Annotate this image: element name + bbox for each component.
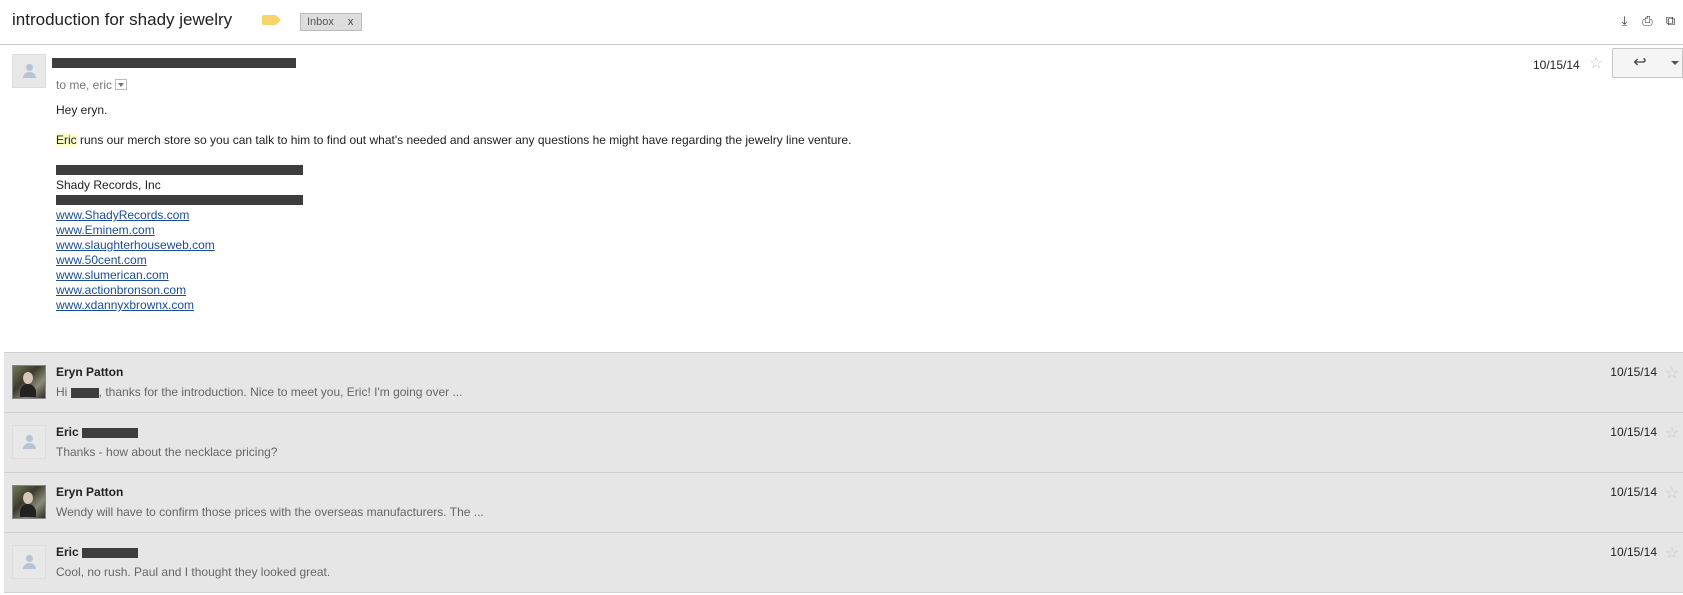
sender-name-text: Eric bbox=[56, 545, 79, 559]
sender-name-text: Eric bbox=[56, 425, 79, 439]
message-snippet: Thanks - how about the necklace pricing? bbox=[56, 445, 278, 459]
star-icon[interactable]: ☆ bbox=[1665, 363, 1679, 383]
recipients-text: to me, eric bbox=[56, 78, 113, 92]
label-tag-icon[interactable] bbox=[262, 15, 281, 25]
sender-name: Eric bbox=[56, 545, 139, 559]
more-actions-button[interactable] bbox=[1668, 48, 1683, 78]
snippet-rest: , thanks for the introduction. Nice to m… bbox=[98, 385, 463, 399]
redacted-sender bbox=[52, 58, 296, 68]
highlighted-name: Eric bbox=[56, 133, 77, 147]
sender-avatar bbox=[12, 365, 46, 399]
collapsed-message[interactable]: Eryn Patton Wendy will have to confirm t… bbox=[4, 472, 1683, 532]
sender-name: Eric bbox=[56, 425, 139, 439]
star-icon[interactable]: ☆ bbox=[1589, 56, 1603, 72]
signature-link[interactable]: www.xdannyxbrownx.com bbox=[56, 298, 194, 312]
message-date: 10/15/14 bbox=[1610, 365, 1657, 379]
message-body-text: runs our merch store so you can talk to … bbox=[76, 133, 852, 147]
message-date: 10/15/14 bbox=[1610, 485, 1657, 499]
thread-subject: introduction for shady jewelry bbox=[12, 10, 233, 29]
sender-name: Eryn Patton bbox=[56, 365, 124, 379]
collapsed-message[interactable]: Eric Cool, no rush. Paul and I thought t… bbox=[4, 532, 1683, 593]
message-greeting: Hey eryn. bbox=[56, 103, 108, 117]
redacted-surname bbox=[82, 547, 139, 558]
signature-link[interactable]: www.Eminem.com bbox=[56, 223, 155, 237]
message-snippet: Hi , thanks for the introduction. Nice t… bbox=[56, 385, 462, 399]
inbox-label-text: Inbox bbox=[307, 16, 334, 28]
redacted-name bbox=[70, 387, 99, 398]
message-body: Eric runs our merch store so you can tal… bbox=[56, 133, 851, 147]
redacted-surname bbox=[82, 427, 139, 438]
collapsed-message[interactable]: Eric Thanks - how about the necklace pri… bbox=[4, 412, 1683, 472]
star-icon[interactable]: ☆ bbox=[1665, 423, 1679, 443]
message-snippet: Wendy will have to confirm those prices … bbox=[56, 505, 484, 519]
remove-label-button[interactable]: x bbox=[348, 16, 354, 28]
download-icon[interactable]: ⤓ bbox=[1618, 14, 1631, 27]
header-actions: ⤓ ⎙ ⧉ bbox=[1618, 14, 1677, 27]
signature-company: Shady Records, Inc bbox=[56, 178, 161, 192]
message-date: 10/15/14 bbox=[1533, 58, 1580, 72]
star-icon[interactable]: ☆ bbox=[1665, 543, 1679, 563]
signature-link[interactable]: www.slaughterhouseweb.com bbox=[56, 238, 215, 252]
signature-link[interactable]: www.actionbronson.com bbox=[56, 283, 186, 297]
inbox-label-chip[interactable]: Inbox x bbox=[300, 13, 363, 31]
signature-link[interactable]: www.ShadyRecords.com bbox=[56, 208, 189, 222]
sender-avatar bbox=[12, 545, 46, 579]
thread-header: introduction for shady jewelry Inbox x ⤓ … bbox=[0, 0, 1683, 45]
redacted-signature-name bbox=[56, 165, 303, 175]
redacted-signature-line bbox=[56, 195, 303, 205]
sender-name: Eryn Patton bbox=[56, 485, 124, 499]
new-window-icon[interactable]: ⧉ bbox=[1664, 14, 1677, 27]
sender-avatar bbox=[12, 425, 46, 459]
snippet-start: Hi bbox=[56, 385, 71, 399]
message-date: 10/15/14 bbox=[1610, 425, 1657, 439]
signature-link[interactable]: www.50cent.com bbox=[56, 253, 147, 267]
reply-icon: ↩ bbox=[1633, 54, 1647, 71]
sender-avatar bbox=[12, 54, 46, 88]
star-icon[interactable]: ☆ bbox=[1665, 483, 1679, 503]
print-icon[interactable]: ⎙ bbox=[1641, 14, 1654, 27]
message-date: 10/15/14 bbox=[1610, 545, 1657, 559]
reply-button[interactable]: ↩ bbox=[1612, 48, 1670, 78]
recipients-line[interactable]: to me, eric bbox=[56, 78, 128, 92]
signature-link[interactable]: www.slumerican.com bbox=[56, 268, 169, 282]
sender-avatar bbox=[12, 485, 46, 519]
collapsed-message[interactable]: Eryn Patton Hi , thanks for the introduc… bbox=[4, 352, 1683, 412]
show-details-icon[interactable] bbox=[115, 79, 128, 91]
message-snippet: Cool, no rush. Paul and I thought they l… bbox=[56, 565, 331, 579]
